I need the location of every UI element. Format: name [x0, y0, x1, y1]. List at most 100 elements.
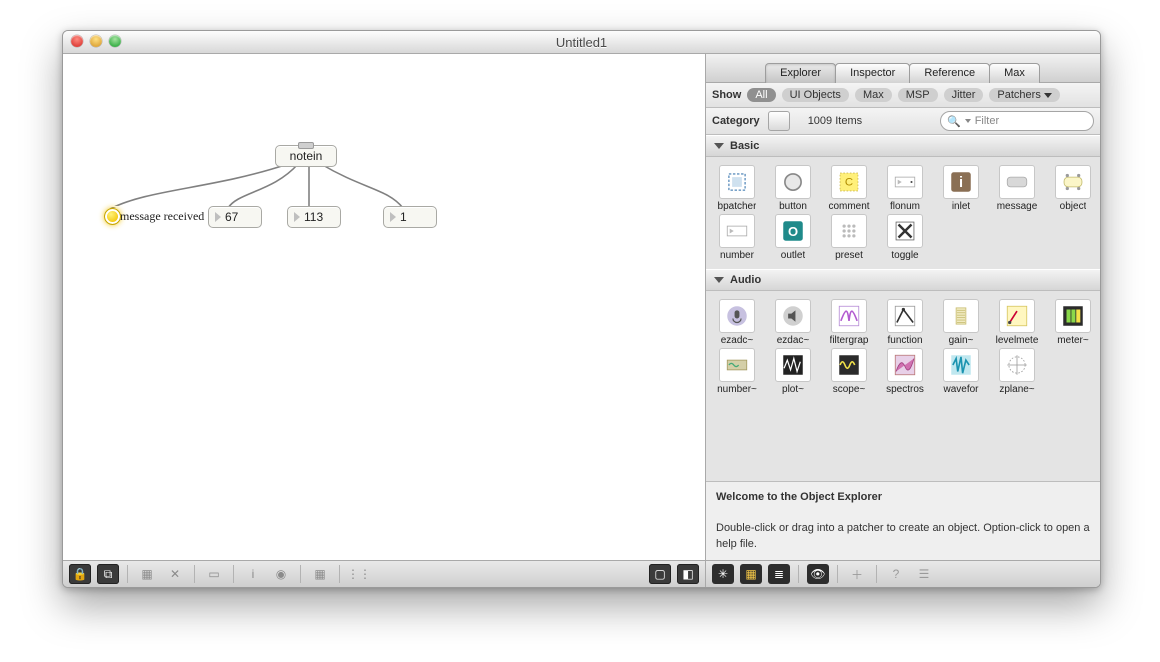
palette-item-label: message — [997, 201, 1038, 212]
add-icon[interactable]: ＋ — [846, 564, 868, 584]
filter-search-input[interactable]: 🔍 Filter — [940, 111, 1094, 131]
palette-item-label: ezdac~ — [777, 335, 810, 346]
section-basic-header[interactable]: Basic — [706, 135, 1100, 157]
palette-item-flonum[interactable]: flonum — [878, 165, 932, 212]
zplane~-icon — [999, 348, 1035, 382]
filtergrap-icon — [831, 299, 867, 333]
lock-icon[interactable]: 🔒 — [69, 564, 91, 584]
palette-item-label: outlet — [781, 250, 805, 261]
single-view-icon[interactable]: ▢ — [649, 564, 671, 584]
split-view-icon[interactable]: ◧ — [677, 564, 699, 584]
filter-pill-uiobjects[interactable]: UI Objects — [782, 88, 849, 102]
palette-item-label: gain~ — [949, 335, 974, 346]
palette-item-function[interactable]: function — [878, 299, 932, 346]
minimize-icon[interactable] — [90, 35, 102, 47]
eye-icon[interactable]: 👁 — [807, 564, 829, 584]
tab-inspector[interactable]: Inspector — [835, 63, 910, 83]
palette-item-label: ezadc~ — [721, 335, 754, 346]
palette-item-ezadctilde[interactable]: ezadc~ — [710, 299, 764, 346]
palette-item-gaintilde[interactable]: gain~ — [934, 299, 988, 346]
palette-item-plottilde[interactable]: plot~ — [766, 348, 820, 395]
patch-cables — [63, 54, 705, 560]
camera-icon[interactable]: ◉ — [270, 564, 292, 584]
list-view-icon[interactable]: ≣ — [768, 564, 790, 584]
search-placeholder: Filter — [975, 115, 999, 127]
palette-item-wavefor[interactable]: wavefor — [934, 348, 988, 395]
separator — [127, 565, 128, 583]
palette-item-metertilde[interactable]: meter~ — [1046, 299, 1100, 346]
tab-max[interactable]: Max — [989, 63, 1040, 83]
message-icon — [999, 165, 1035, 199]
filter-pill-patchers[interactable]: Patchers — [989, 88, 1059, 102]
presentation-icon[interactable]: ▦ — [136, 564, 158, 584]
grid-view-icon[interactable]: ▦ — [740, 564, 762, 584]
palette-item-outlet[interactable]: Ooutlet — [766, 214, 820, 261]
sidebar-toolbar: ✳︎ ▦ ≣ 👁 ＋ ? ☰ — [706, 560, 1100, 587]
palette-item-label: levelmete — [996, 335, 1039, 346]
bang-icon[interactable] — [104, 208, 121, 225]
blackboard-icon[interactable]: ▭ — [203, 564, 225, 584]
palette-item-preset[interactable]: preset — [822, 214, 876, 261]
notein-object[interactable]: notein — [275, 145, 337, 167]
menu-icon[interactable]: ☰ — [913, 564, 935, 584]
filter-pill-all[interactable]: All — [747, 88, 775, 102]
number~-icon — [719, 348, 755, 382]
help-icon[interactable]: ? — [885, 564, 907, 584]
palette-item-message[interactable]: message — [990, 165, 1044, 212]
palette-item-toggle[interactable]: toggle — [878, 214, 932, 261]
zoom-icon[interactable] — [109, 35, 121, 47]
filter-pill-jitter[interactable]: Jitter — [944, 88, 984, 102]
palette-item-label: comment — [828, 201, 869, 212]
tab-explorer[interactable]: Explorer — [765, 63, 836, 83]
palette-item-comment[interactable]: Ccomment — [822, 165, 876, 212]
filter-pill-max[interactable]: Max — [855, 88, 892, 102]
object-icon — [1055, 165, 1091, 199]
tab-reference[interactable]: Reference — [909, 63, 990, 83]
palette-item-inlet[interactable]: iinlet — [934, 165, 988, 212]
object-text: notein — [290, 148, 323, 164]
palette-item-scopetilde[interactable]: scope~ — [822, 348, 876, 395]
palette-item-label: meter~ — [1057, 335, 1088, 346]
preset-icon — [831, 214, 867, 248]
palette-item-button[interactable]: button — [766, 165, 820, 212]
number-icon — [719, 214, 755, 248]
x-icon[interactable]: ✕ — [164, 564, 186, 584]
patcher-toolbar: 🔒 ⧉ ▦ ✕ ▭ i ◉ ▦ ⋮⋮ ▢ ◧ — [63, 560, 705, 587]
palette-item-numbertilde[interactable]: number~ — [710, 348, 764, 395]
grid-icon[interactable]: ▦ — [309, 564, 331, 584]
section-audio-header[interactable]: Audio — [706, 269, 1100, 291]
palette-item-zplanetilde[interactable]: zplane~ — [990, 348, 1044, 395]
palette-item-spectros[interactable]: spectros — [878, 348, 932, 395]
palette-item-levelmete[interactable]: levelmete — [990, 299, 1044, 346]
item-count: 1009 Items — [808, 115, 862, 127]
number-box-2[interactable]: 113 — [287, 206, 341, 228]
triangle-icon — [294, 212, 300, 222]
palette-item-ezdactilde[interactable]: ezdac~ — [766, 299, 820, 346]
number-box-1[interactable]: 67 — [208, 206, 262, 228]
category-dropdown[interactable] — [768, 111, 790, 131]
palette-item-object[interactable]: object — [1046, 165, 1100, 212]
separator — [194, 565, 195, 583]
close-icon[interactable] — [71, 35, 83, 47]
info-icon[interactable]: i — [242, 564, 264, 584]
palette-item-label: zplane~ — [999, 384, 1034, 395]
gear-icon[interactable]: ✳︎ — [712, 564, 734, 584]
number-value: 67 — [225, 209, 238, 225]
palette-item-bpatcher[interactable]: bpatcher — [710, 165, 764, 212]
palette-item-label: scope~ — [833, 384, 866, 395]
wavefor-icon — [943, 348, 979, 382]
filter-pill-msp[interactable]: MSP — [898, 88, 938, 102]
svg-text:O: O — [788, 224, 798, 239]
patcher-canvas[interactable]: notein message received 67 113 — [63, 54, 705, 560]
separator — [233, 565, 234, 583]
ezdac~-icon — [775, 299, 811, 333]
separator — [300, 565, 301, 583]
snap-icon[interactable]: ⋮⋮ — [348, 564, 370, 584]
number-box-3[interactable]: 1 — [383, 206, 437, 228]
palette-item-number[interactable]: number — [710, 214, 764, 261]
palette-item-label: spectros — [886, 384, 924, 395]
palette-item-filtergrap[interactable]: filtergrap — [822, 299, 876, 346]
new-view-icon[interactable]: ⧉ — [97, 564, 119, 584]
outlet-icon: O — [775, 214, 811, 248]
sidebar-panel: Explorer Inspector Reference Max Show Al… — [706, 54, 1100, 587]
